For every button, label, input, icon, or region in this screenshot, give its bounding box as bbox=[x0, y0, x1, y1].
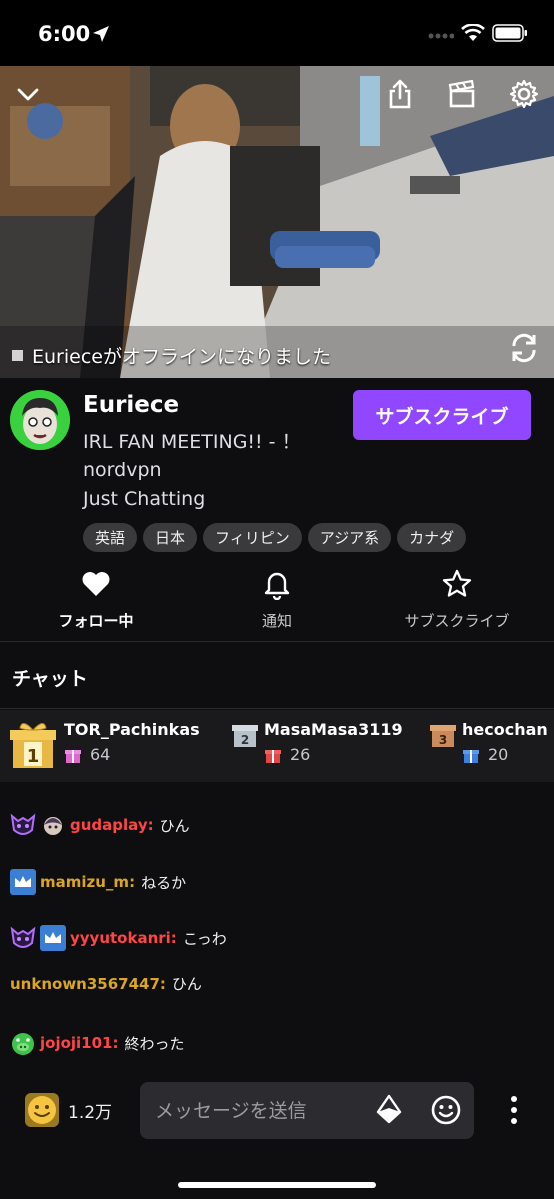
gift-icon bbox=[65, 749, 81, 763]
offline-message: Eurieceがオフラインになりました bbox=[32, 346, 331, 368]
subscribe-action-button[interactable]: サブスクライブ bbox=[367, 568, 547, 634]
gift-rank-2-icon: 2 bbox=[232, 725, 258, 747]
action-bar: フォロー中 通知 サブスクライブ bbox=[0, 560, 554, 642]
leader-name: hecochan bbox=[462, 720, 548, 739]
leader-3[interactable]: 3 hecochan 20 bbox=[430, 720, 548, 764]
home-indicator[interactable] bbox=[178, 1182, 376, 1188]
offline-indicator bbox=[12, 350, 23, 361]
video-player[interactable]: Eurieceがオフラインになりました bbox=[0, 66, 554, 378]
notify-button[interactable]: 通知 bbox=[187, 568, 367, 634]
gift-leaderboard: 1 TOR_Pachinkas 64 2 MasaMasa3119 26 3 h… bbox=[0, 710, 554, 782]
tag-canada[interactable]: カナダ bbox=[397, 523, 467, 552]
tag-asian[interactable]: アジア系 bbox=[307, 523, 392, 552]
stream-title: IRL FAN MEETING!! - ！nordvpn bbox=[83, 431, 301, 481]
chat-text: ねるか bbox=[141, 873, 187, 892]
star-icon bbox=[442, 569, 472, 597]
chat-message[interactable]: yyyutokanri: こっわ bbox=[10, 925, 227, 951]
follow-button[interactable]: フォロー中 bbox=[6, 568, 186, 634]
svg-text:1: 1 bbox=[27, 746, 40, 767]
offline-banner: Eurieceがオフラインになりました bbox=[12, 342, 331, 369]
svg-text:2: 2 bbox=[241, 733, 249, 747]
chat-username[interactable]: yyyutokanri: bbox=[70, 929, 177, 947]
share-button[interactable] bbox=[382, 76, 418, 112]
emote-badge-icon bbox=[10, 812, 36, 838]
gift-rank-1-icon: 1 bbox=[10, 723, 56, 768]
chat-text: 終わった bbox=[124, 1034, 185, 1053]
channel-info: Euriece サブスクライブ IRL FAN MEETING!! - ！nor… bbox=[0, 378, 554, 558]
more-vertical-icon[interactable] bbox=[500, 1092, 528, 1128]
chat-message[interactable]: gudaplay: ひん bbox=[10, 812, 190, 838]
chat-text: ひん bbox=[171, 975, 202, 993]
leader-name: MasaMasa3119 bbox=[264, 720, 403, 739]
chat-header: チャット bbox=[12, 668, 88, 690]
chat-composer: 1.2万 bbox=[0, 1080, 554, 1140]
gift-rank-3-icon: 3 bbox=[430, 725, 456, 747]
video-frame bbox=[0, 66, 554, 378]
bell-icon bbox=[264, 572, 290, 600]
bits-icon[interactable] bbox=[373, 1094, 405, 1126]
wifi-icon bbox=[461, 24, 485, 41]
leader-count: 26 bbox=[290, 745, 311, 764]
settings-button[interactable] bbox=[506, 76, 542, 112]
subscribe-button[interactable]: サブスクライブ bbox=[353, 390, 531, 440]
clip-icon bbox=[448, 80, 475, 108]
svg-text:3: 3 bbox=[439, 733, 447, 747]
follow-label: フォロー中 bbox=[58, 612, 134, 630]
chat-input[interactable] bbox=[140, 1082, 474, 1139]
emote-icon[interactable] bbox=[430, 1094, 462, 1126]
clip-button[interactable] bbox=[444, 76, 480, 112]
leader-1[interactable]: 1 TOR_Pachinkas 64 bbox=[10, 720, 200, 770]
gift-icon bbox=[463, 749, 479, 763]
leader-name: TOR_Pachinkas bbox=[64, 720, 200, 739]
channel-points-count: 1.2万 bbox=[68, 1102, 113, 1123]
leader-count: 64 bbox=[90, 745, 111, 764]
rotate-button[interactable] bbox=[506, 330, 542, 366]
status-bar: 6:00 bbox=[0, 0, 554, 66]
subscribe-action-label: サブスクライブ bbox=[404, 612, 510, 630]
crown-badge-icon bbox=[10, 869, 36, 895]
status-time: 6:00 bbox=[38, 22, 91, 46]
emote-badge-icon bbox=[10, 925, 36, 951]
share-icon bbox=[389, 79, 411, 109]
avatar-badge-icon bbox=[40, 812, 66, 838]
location-arrow-icon bbox=[93, 26, 109, 42]
divider bbox=[0, 708, 554, 709]
chat-message[interactable]: jojoji101: 終わった bbox=[10, 1030, 185, 1056]
leader-2[interactable]: 2 MasaMasa3119 26 bbox=[232, 720, 403, 764]
gear-icon bbox=[509, 79, 539, 109]
heart-icon bbox=[82, 572, 110, 596]
chat-username[interactable]: gudaplay: bbox=[70, 816, 154, 834]
chat-username[interactable]: unknown3567447: bbox=[10, 975, 166, 993]
chevron-down-icon bbox=[17, 88, 39, 101]
chat-message[interactable]: mamizu_m: ねるか bbox=[10, 869, 186, 895]
tag-english[interactable]: 英語 bbox=[83, 523, 138, 552]
chat-username[interactable]: jojoji101: bbox=[40, 1034, 119, 1052]
leader-count: 20 bbox=[488, 745, 509, 764]
chat-message[interactable]: unknown3567447: ひん bbox=[10, 973, 202, 994]
channel-name[interactable]: Euriece bbox=[83, 392, 179, 418]
signal-dots-icon bbox=[428, 33, 454, 39]
battery-icon bbox=[492, 24, 527, 42]
channel-points-button[interactable]: 1.2万 bbox=[24, 1092, 112, 1128]
smiley-icon bbox=[25, 1093, 59, 1127]
chat-text: ひん bbox=[159, 816, 190, 835]
stream-category[interactable]: Just Chatting bbox=[83, 488, 205, 510]
notify-label: 通知 bbox=[261, 612, 292, 630]
tag-japan[interactable]: 日本 bbox=[143, 523, 198, 552]
chat-text: こっわ bbox=[182, 929, 227, 948]
pig-badge-icon bbox=[10, 1030, 36, 1056]
collapse-button[interactable] bbox=[10, 76, 46, 112]
tag-philippines[interactable]: フィリピン bbox=[203, 523, 302, 552]
chat-username[interactable]: mamizu_m: bbox=[40, 873, 135, 891]
crown-badge-icon bbox=[40, 925, 66, 951]
channel-avatar[interactable] bbox=[10, 390, 70, 450]
tag-list: 英語 日本 フィリピン アジア系 カナダ bbox=[83, 523, 467, 552]
rotate-icon bbox=[512, 333, 536, 363]
avatar-image bbox=[10, 390, 70, 450]
gift-icon bbox=[265, 749, 281, 763]
